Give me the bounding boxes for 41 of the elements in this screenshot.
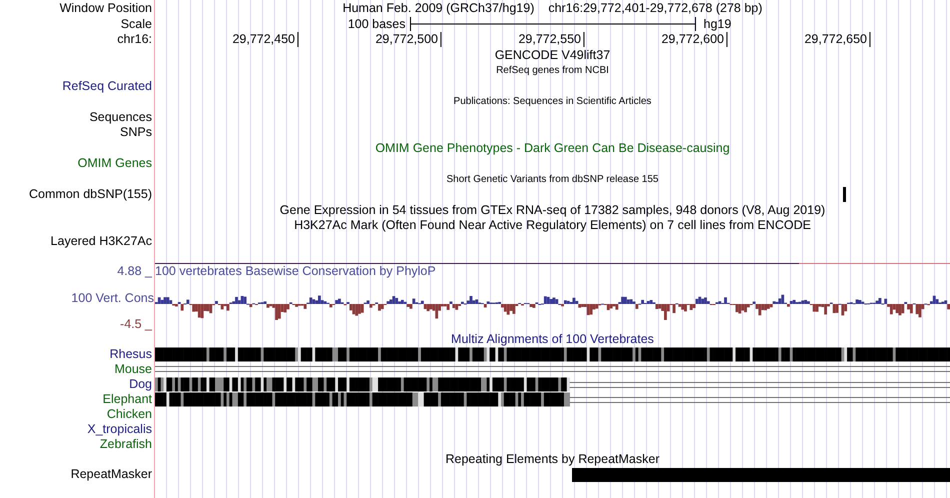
ruler-tick-label: 29,772,550	[518, 32, 584, 47]
ruler-tick-label: 29,772,450	[232, 32, 298, 47]
track-label[interactable]: Common dbSNP(155)	[29, 187, 152, 202]
track-label[interactable]: RepeatMasker	[70, 467, 152, 482]
ruler-tick-label: 29,772,650	[804, 32, 870, 47]
track-label[interactable]: Rhesus	[110, 347, 152, 362]
scale-assembly: hg19	[702, 16, 732, 32]
track-label[interactable]: OMIM Genes	[78, 156, 152, 172]
track-label[interactable]: Dog	[129, 377, 152, 392]
position-title: chr16:29,772,401-29,772,678 (278 bp)	[548, 1, 762, 16]
ruler-tick-label: 29,772,600	[661, 32, 727, 47]
track-label: Window Position	[60, 1, 152, 16]
track-title: Repeating Elements by RepeatMasker	[445, 452, 660, 467]
axis-min-label: -4.5 _	[120, 317, 154, 332]
track-title: OMIM Gene Phenotypes - Dark Green Can Be Disease-causing	[375, 140, 730, 156]
track-label[interactable]: Sequences	[89, 110, 152, 125]
ruler-tick-label: 29,772,500	[375, 32, 441, 47]
track-label: chr16:	[117, 32, 152, 48]
assembly-title: Human Feb. 2009 (GRCh37/hg19)	[342, 1, 534, 16]
track-title: Multiz Alignments of 100 Vertebrates	[451, 332, 654, 347]
track-title: H3K27Ac Mark (Often Found Near Active Regulatory Elements) on 7 cell lines from ENCODE	[294, 218, 811, 234]
track-label[interactable]: Layered H3K27Ac	[50, 234, 152, 249]
track-label[interactable]: Chicken	[106, 407, 152, 422]
track-label[interactable]: 100 Vert. Cons	[58, 290, 154, 306]
track-label[interactable]: RefSeq Curated	[62, 78, 152, 94]
track-title: 100 vertebrates Basewise Conservation by PhyloP	[155, 264, 436, 278]
axis-max-label: 4.88 _	[117, 264, 154, 279]
track-title: GENCODE V49lift37	[494, 48, 610, 63]
variant-mark	[843, 187, 846, 202]
track-title: Publications: Sequences in Scientific Articles	[454, 95, 652, 110]
track-label[interactable]: Mouse	[114, 362, 152, 377]
track-label[interactable]: SNPs	[120, 125, 152, 140]
track-title: Gene Expression in 54 tissues from GTEx RNA-seq of 17382 samples, 948 donors (V8, Aug 2019)	[280, 202, 826, 218]
track-label[interactable]: Zebrafish	[100, 437, 152, 452]
track-label[interactable]: Elephant	[102, 392, 152, 407]
scale-length: 100 bases	[348, 16, 406, 32]
track-title: RefSeq genes from NCBI	[496, 64, 609, 78]
track-title: Short Genetic Variants from dbSNP release 155	[446, 172, 658, 187]
track-label[interactable]: X_tropicalis	[87, 422, 152, 437]
track-label: Scale	[120, 16, 152, 32]
scale-bar-icon	[410, 17, 696, 32]
